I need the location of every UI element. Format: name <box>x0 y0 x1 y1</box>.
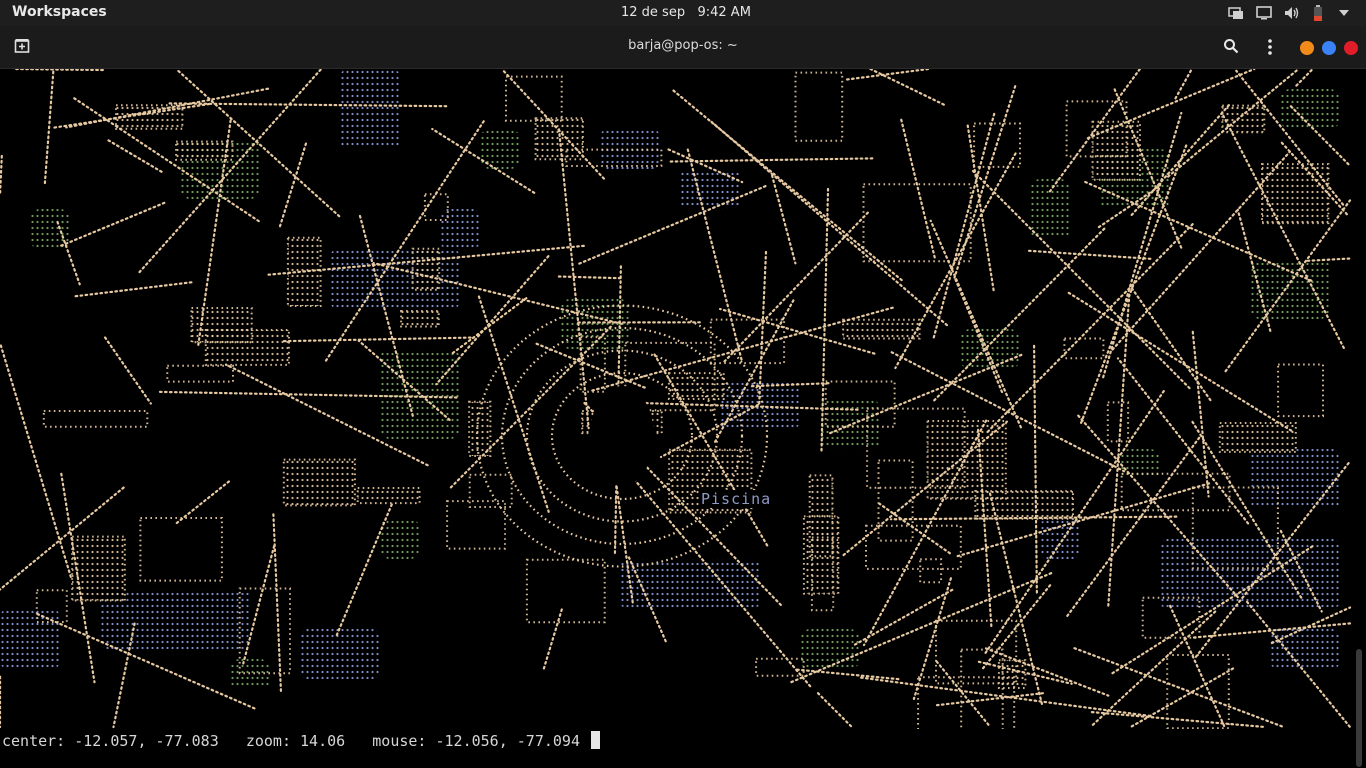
system-tray <box>1228 4 1352 22</box>
workspaces-button[interactable]: Workspaces <box>12 4 107 20</box>
maximize-button[interactable] <box>1322 41 1336 55</box>
search-icon[interactable] <box>1223 38 1241 56</box>
chevron-down-icon[interactable] <box>1336 4 1352 22</box>
terminal-titlebar: barja@pop-os: ~ <box>0 26 1366 69</box>
kebab-menu-icon[interactable] <box>1262 38 1278 56</box>
display-icon[interactable] <box>1254 4 1274 22</box>
terminal-map-view[interactable]: Piscina <box>0 69 1352 729</box>
center-value: -12.057, -77.083 <box>74 732 219 750</box>
mouse-label: mouse: <box>372 732 427 750</box>
volume-icon[interactable] <box>1284 4 1300 22</box>
minimize-button[interactable] <box>1300 41 1314 55</box>
scrollbar-thumb[interactable] <box>1356 649 1362 767</box>
close-button[interactable] <box>1344 41 1358 55</box>
clock[interactable]: 12 de sep 9:42 AM <box>621 5 751 20</box>
status-line: center: -12.057, -77.083 zoom: 14.06 mou… <box>0 729 1352 768</box>
zoom-value: 14.06 <box>300 732 346 750</box>
window-title: barja@pop-os: ~ <box>628 38 738 53</box>
center-label: center: <box>2 732 66 750</box>
map-label-piscina: Piscina <box>701 490 772 508</box>
ascii-map <box>0 69 1352 729</box>
text-cursor <box>591 731 601 749</box>
scrollbar[interactable] <box>1352 69 1366 768</box>
mouse-value: -12.056, -77.094 <box>435 732 581 750</box>
screen-share-icon[interactable] <box>1228 4 1244 22</box>
zoom-label: zoom: <box>245 732 291 750</box>
battery-icon[interactable] <box>1310 4 1326 22</box>
pool-shape <box>590 386 654 486</box>
system-top-bar: Workspaces 12 de sep 9:42 AM <box>0 0 1366 26</box>
